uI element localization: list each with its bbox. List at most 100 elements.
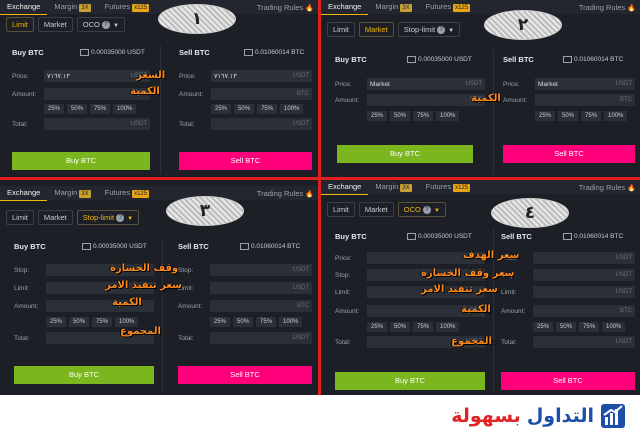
- percent-75-button[interactable]: 75%: [581, 111, 602, 121]
- sell-btc-button[interactable]: Sell BTC: [179, 152, 312, 170]
- tab-margin[interactable]: Margin 3X: [47, 0, 97, 14]
- trading-rules-link[interactable]: Trading Rules 🔥: [257, 189, 318, 198]
- buy-btc-button[interactable]: Buy BTC: [337, 145, 473, 163]
- buy-balance: 0.00035000 USDT: [407, 56, 472, 63]
- order-type-stop-limit[interactable]: Stop-limit ? ▼: [397, 22, 461, 38]
- sell-limit-input[interactable]: USDT: [210, 282, 312, 294]
- percent-75-button[interactable]: 75%: [92, 317, 113, 327]
- order-type-market[interactable]: Market: [358, 22, 394, 38]
- percent-100-button[interactable]: 100%: [113, 104, 137, 114]
- sell-total-input[interactable]: USDT: [211, 118, 312, 130]
- percent-25-button[interactable]: 25%: [46, 317, 67, 327]
- tab-futures-label: Futures: [425, 2, 452, 11]
- buy-price-input[interactable]: ٧١٦٧.١٣ USDT: [44, 70, 150, 82]
- tab-margin[interactable]: Margin 3X: [368, 180, 418, 194]
- tab-exchange[interactable]: Exchange: [0, 186, 48, 201]
- percent-25-button[interactable]: 25%: [210, 317, 231, 327]
- buy-btc-button[interactable]: Buy BTC: [335, 372, 485, 390]
- buy-total-input[interactable]: USDT: [44, 118, 150, 130]
- sell-btc-button[interactable]: Sell BTC: [501, 372, 635, 390]
- percent-25-button[interactable]: 25%: [533, 322, 554, 332]
- order-type-selector: Limit Market Stop-limit ? ▼: [6, 210, 140, 226]
- percent-100-button[interactable]: 100%: [436, 111, 460, 121]
- percent-50-button[interactable]: 50%: [558, 111, 579, 121]
- wallet-icon: [240, 243, 249, 250]
- percent-50-button[interactable]: 50%: [390, 111, 411, 121]
- tab-margin[interactable]: Margin 3X: [47, 186, 97, 200]
- buy-btc-button[interactable]: Buy BTC: [12, 152, 150, 170]
- percent-75-button[interactable]: 75%: [90, 104, 111, 114]
- percent-75-button[interactable]: 75%: [579, 322, 600, 332]
- percent-25-button[interactable]: 25%: [367, 111, 388, 121]
- sell-total-input[interactable]: USDT: [210, 332, 312, 344]
- sell-stop-input[interactable]: USDT: [210, 264, 312, 276]
- percent-25-button[interactable]: 25%: [367, 322, 388, 332]
- sell-price-input[interactable]: ٧١٦٧.١٣ USDT: [211, 70, 312, 82]
- tab-exchange[interactable]: Exchange: [0, 0, 48, 15]
- sell-amount-input[interactable]: BTC: [210, 300, 312, 312]
- percent-50-button[interactable]: 50%: [233, 317, 254, 327]
- order-type-market[interactable]: Market: [358, 202, 394, 218]
- percent-100-button[interactable]: 100%: [279, 317, 303, 327]
- tab-exchange[interactable]: Exchange: [321, 180, 369, 195]
- percent-25-button[interactable]: 25%: [44, 104, 65, 114]
- sell-total-row: Total: USDT: [178, 332, 312, 344]
- tab-bar: Exchange Margin 3X Futures x125 Trading Ru…: [321, 0, 640, 15]
- trading-rules-link[interactable]: Trading Rules 🔥: [579, 3, 640, 12]
- sell-amount-input[interactable]: BTC: [211, 88, 312, 100]
- percent-25-button[interactable]: 25%: [211, 104, 232, 114]
- order-type-market[interactable]: Market: [37, 17, 73, 33]
- percent-25-button[interactable]: 25%: [535, 111, 556, 121]
- sell-total-input[interactable]: USDT: [533, 336, 635, 348]
- percent-50-button[interactable]: 50%: [234, 104, 255, 114]
- sell-price-input[interactable]: Market USDT: [535, 78, 635, 90]
- order-type-limit[interactable]: Limit: [327, 22, 355, 38]
- percent-50-button[interactable]: 50%: [556, 322, 577, 332]
- percent-50-button[interactable]: 50%: [390, 322, 411, 332]
- order-type-market[interactable]: Market: [37, 210, 73, 226]
- percent-75-button[interactable]: 75%: [257, 104, 278, 114]
- buy-amount-input[interactable]: BTC: [367, 94, 485, 106]
- percent-100-button[interactable]: 100%: [604, 111, 628, 121]
- tab-futures[interactable]: Futures x125: [98, 0, 156, 14]
- order-type-oco[interactable]: OCO ? ▼: [397, 202, 446, 218]
- sell-stop-input[interactable]: USDT: [533, 269, 635, 281]
- buy-btc-button[interactable]: Buy BTC: [14, 366, 154, 384]
- step-number: ٤: [524, 203, 536, 223]
- sell-amount-input[interactable]: BTC: [533, 305, 635, 317]
- tab-margin[interactable]: Margin 3X: [368, 0, 418, 14]
- sell-btc-button[interactable]: Sell BTC: [178, 366, 312, 384]
- sell-stop-row: Stop: USDT: [501, 269, 635, 281]
- percent-100-button[interactable]: 100%: [602, 322, 626, 332]
- order-type-limit[interactable]: Limit: [6, 210, 34, 226]
- trading-rules-link[interactable]: Trading Rules 🔥: [579, 183, 640, 192]
- percent-50-button[interactable]: 50%: [67, 104, 88, 114]
- sell-amount-input[interactable]: BTC: [535, 94, 635, 106]
- annotation-amount: الكمية: [461, 304, 491, 315]
- sell-limit-input[interactable]: USDT: [533, 286, 635, 298]
- sell-btc-button[interactable]: Sell BTC: [503, 145, 635, 163]
- tab-futures[interactable]: Futures x125: [419, 0, 477, 14]
- order-type-stop-limit[interactable]: Stop-limit ? ▼: [76, 210, 140, 226]
- wallet-icon: [407, 233, 416, 240]
- buy-price-input[interactable]: Market USDT: [367, 78, 485, 90]
- percent-75-button[interactable]: 75%: [256, 317, 277, 327]
- tab-futures[interactable]: Futures x125: [98, 186, 156, 200]
- stop-label: Stop:: [14, 266, 30, 274]
- order-type-limit[interactable]: Limit: [6, 17, 34, 33]
- percent-100-button[interactable]: 100%: [436, 322, 460, 332]
- chevron-down-icon: ▼: [448, 28, 455, 34]
- percent-75-button[interactable]: 75%: [413, 111, 434, 121]
- percent-75-button[interactable]: 75%: [413, 322, 434, 332]
- unit-usdt: USDT: [615, 339, 632, 345]
- order-type-oco[interactable]: OCO ? ▼: [76, 17, 125, 33]
- tab-futures[interactable]: Futures x125: [419, 180, 477, 194]
- order-type-limit[interactable]: Limit: [327, 202, 355, 218]
- tab-exchange[interactable]: Exchange: [321, 0, 369, 15]
- trading-rules-link[interactable]: Trading Rules 🔥: [257, 3, 318, 12]
- percent-100-button[interactable]: 100%: [280, 104, 304, 114]
- sell-price-input[interactable]: USDT: [533, 252, 635, 264]
- sell-amount-row: Amount: BTC: [501, 305, 635, 317]
- percent-50-button[interactable]: 50%: [69, 317, 90, 327]
- sell-price-row: Price: USDT: [501, 252, 635, 264]
